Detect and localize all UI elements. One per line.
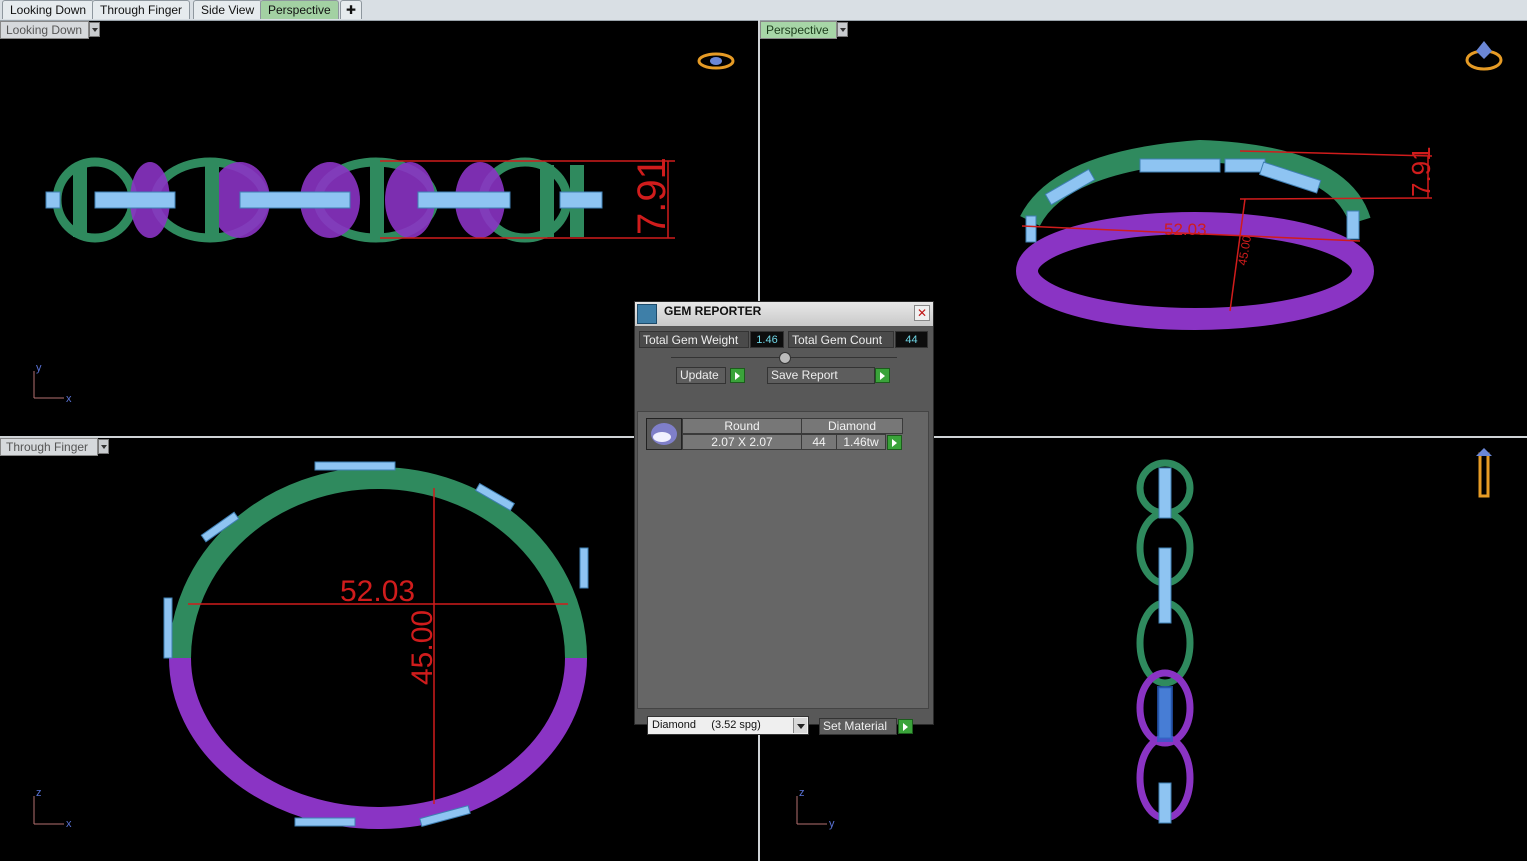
gem-reporter-titlebar[interactable]: GEM REPORTER ✕: [635, 302, 933, 327]
dimension-perspective-width: 52.03: [1164, 220, 1207, 239]
viewport-dropdown-icon[interactable]: [89, 22, 100, 37]
total-gem-weight-label: Total Gem Weight: [639, 331, 749, 348]
dimension-looking-down: 7.91: [630, 157, 674, 235]
gem-count-cell: 44: [801, 434, 837, 450]
material-select[interactable]: Diamond (3.52 spg): [647, 716, 809, 735]
plus-icon: ✚: [345, 3, 357, 17]
save-report-button[interactable]: Save Report: [767, 367, 875, 384]
set-material-button[interactable]: Set Material: [819, 718, 897, 735]
tab-looking-down[interactable]: Looking Down: [2, 0, 95, 19]
collapse-toggle-icon[interactable]: [779, 352, 791, 364]
axis-x-label: x: [66, 818, 72, 830]
gem-reporter-dialog: GEM REPORTER ✕ Total Gem Weight 1.46 Tot…: [634, 301, 934, 735]
gem-shape-header: Round: [682, 418, 802, 434]
update-go-icon[interactable]: [730, 368, 745, 383]
total-gem-weight-value: 1.46: [750, 331, 784, 348]
axis-z-label: z: [36, 787, 42, 799]
gem-list: Round Diamond 2.07 X 2.07 44 1.46tw: [637, 411, 929, 709]
dimension-perspective-height: 7.91: [1406, 146, 1436, 197]
view-tab-bar: Looking Down Through Finger Side View Pe…: [0, 0, 1527, 21]
material-select-value: Diamond (3.52 spg): [652, 719, 761, 731]
total-gem-count-label: Total Gem Count: [788, 331, 894, 348]
side-orientation-icon[interactable]: [1476, 448, 1492, 498]
viewport-label-through-finger[interactable]: Through Finger: [0, 438, 98, 456]
round-gem-thumbnail-icon: [646, 418, 682, 450]
total-gem-count-value: 44: [895, 331, 928, 348]
axis-y-label: y: [829, 818, 835, 830]
chevron-down-icon[interactable]: [793, 718, 807, 733]
tab-side-view[interactable]: Side View: [193, 0, 263, 19]
viewport-label-perspective[interactable]: Perspective: [760, 21, 837, 39]
viewport-dropdown-icon[interactable]: [837, 22, 848, 37]
dimension-perspective-depth: 45.00: [1235, 234, 1254, 266]
viewport-dropdown-icon[interactable]: [98, 439, 109, 454]
gem-reporter-app-icon: [637, 304, 657, 324]
gem-row-go-icon[interactable]: [887, 435, 902, 450]
dimension-through-finger-height: 45.00: [406, 610, 439, 685]
dimension-through-finger-width: 52.03: [340, 575, 415, 608]
axis-x-label: x: [66, 393, 72, 405]
gem-size-cell: 2.07 X 2.07: [682, 434, 802, 450]
tab-perspective[interactable]: Perspective: [260, 0, 339, 19]
axis-z-label: z: [799, 787, 805, 799]
perspective-orientation-icon[interactable]: [1465, 41, 1503, 71]
gem-reporter-body: Total Gem Weight 1.46 Total Gem Count 44…: [635, 327, 933, 735]
gem-weight-cell: 1.46tw: [836, 434, 886, 450]
gem-reporter-title: GEM REPORTER: [664, 304, 762, 318]
axis-y-label: y: [36, 362, 42, 374]
save-report-go-icon[interactable]: [875, 368, 890, 383]
viewport-label-looking-down[interactable]: Looking Down: [0, 21, 89, 39]
add-tab-button[interactable]: ✚: [340, 0, 362, 19]
tab-through-finger[interactable]: Through Finger: [92, 0, 191, 19]
set-material-go-icon[interactable]: [898, 719, 913, 734]
gem-icon-svg: [651, 423, 677, 445]
update-button[interactable]: Update: [676, 367, 726, 384]
view-orientation-icon[interactable]: [697, 52, 735, 70]
close-icon[interactable]: ✕: [914, 305, 930, 321]
gem-material-header: Diamond: [801, 418, 903, 434]
